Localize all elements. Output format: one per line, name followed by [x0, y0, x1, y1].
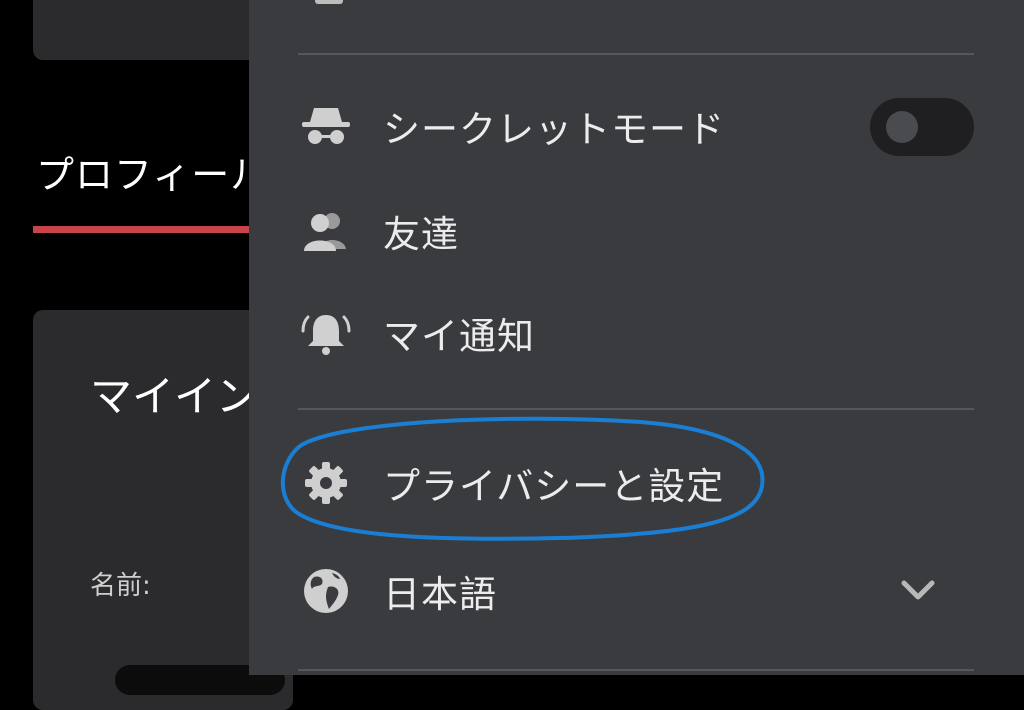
- toggle-knob: [886, 111, 918, 143]
- menu-item-label: プライバシーと設定: [383, 465, 725, 508]
- tab-profile[interactable]: プロフィール: [36, 144, 269, 199]
- chevron-down-icon[interactable]: [900, 573, 936, 609]
- incognito-icon: [298, 98, 354, 154]
- menu-item-label: マイ通知: [383, 315, 535, 358]
- divider: [298, 53, 974, 55]
- secret-mode-toggle[interactable]: [870, 98, 974, 156]
- divider: [298, 408, 974, 410]
- divider: [298, 669, 974, 671]
- menu-item-language[interactable]: 日本語: [298, 546, 974, 636]
- menu-item-icon-partial: [315, 0, 343, 4]
- menu-item-label: シークレットモード: [383, 108, 725, 151]
- menu-item-label: 日本語: [383, 573, 497, 616]
- side-drawer-menu: シークレットモード 友達 マイ通知 プライバシーと設定 日本語: [249, 0, 1024, 675]
- menu-item-privacy-settings[interactable]: プライバシーと設定: [298, 438, 974, 528]
- friends-icon: [298, 203, 354, 259]
- globe-icon: [298, 563, 354, 619]
- menu-item-secret-mode[interactable]: シークレットモード: [298, 81, 974, 171]
- menu-item-friends[interactable]: 友達: [298, 186, 974, 276]
- gear-icon: [298, 455, 354, 511]
- menu-item-notifications[interactable]: マイ通知: [298, 288, 974, 378]
- bell-icon: [298, 305, 354, 361]
- tab-active-indicator: [33, 226, 263, 233]
- card-title: マイイン: [90, 372, 259, 421]
- name-label: 名前:: [90, 571, 151, 601]
- menu-item-label: 友達: [383, 213, 459, 256]
